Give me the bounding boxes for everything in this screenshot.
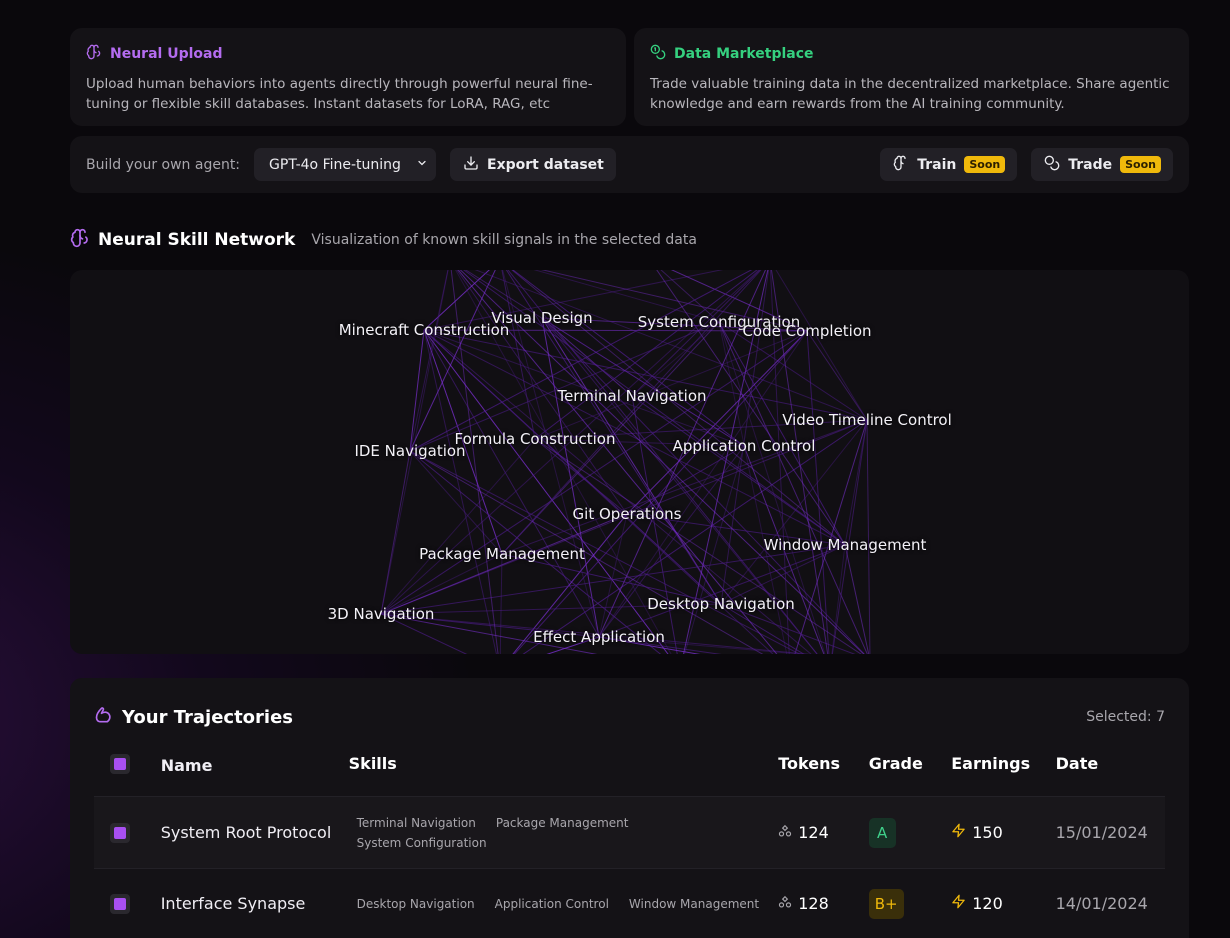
date-value: 14/01/2024 bbox=[1055, 894, 1148, 913]
table-header: Name Skills Tokens Grade Earnings Date bbox=[94, 754, 1165, 796]
skill-list: Terminal Navigation Package Management S… bbox=[349, 816, 779, 850]
skill-tag: System Configuration bbox=[356, 835, 487, 850]
chevron-down-icon bbox=[416, 157, 428, 173]
train-button[interactable]: Train Soon bbox=[880, 148, 1018, 181]
network-subtitle: Visualization of known skill signals in … bbox=[311, 232, 697, 248]
neural-upload-title: Neural Upload bbox=[110, 46, 223, 62]
skill-tag: Package Management bbox=[495, 815, 629, 830]
row-checkbox[interactable] bbox=[110, 893, 130, 914]
network-edge bbox=[806, 330, 868, 421]
token-count: 128 bbox=[798, 894, 829, 913]
trajectories-panel: Your Trajectories Selected: 7 Name Skill… bbox=[70, 678, 1189, 938]
brain-icon bbox=[893, 155, 909, 175]
skill-node[interactable]: IDE Navigation bbox=[354, 442, 465, 460]
arm-icon bbox=[94, 705, 114, 730]
neural-upload-card: Neural Upload Upload human behaviors int… bbox=[70, 28, 626, 126]
lightning-icon bbox=[951, 894, 966, 913]
skill-tag: Application Control bbox=[494, 896, 609, 911]
skill-node[interactable]: Formula Construction bbox=[455, 430, 616, 448]
tokens-icon bbox=[778, 823, 792, 842]
token-count: 124 bbox=[798, 823, 829, 842]
skill-node[interactable]: Effect Application bbox=[533, 628, 665, 646]
column-grade[interactable]: Grade bbox=[869, 754, 952, 773]
train-label: Train bbox=[917, 156, 957, 173]
network-edge bbox=[512, 270, 745, 447]
model-select-value: GPT-4o Fine-tuning bbox=[269, 156, 401, 173]
network-edge bbox=[380, 513, 628, 615]
skill-node[interactable]: 3D Navigation bbox=[328, 605, 435, 623]
trajectory-name: System Root Protocol bbox=[160, 822, 332, 842]
tokens-icon bbox=[778, 894, 792, 913]
network-edge bbox=[409, 329, 425, 452]
network-edges bbox=[380, 270, 871, 654]
skill-node[interactable]: Video Timeline Control bbox=[782, 411, 952, 429]
column-earnings[interactable]: Earnings bbox=[951, 754, 1055, 773]
neural-upload-description: Upload human behaviors into agents direc… bbox=[86, 76, 593, 112]
select-all-checkbox[interactable] bbox=[110, 754, 130, 774]
table-row[interactable]: System Root Protocol Terminal Navigation… bbox=[94, 796, 1165, 868]
skill-network-graph[interactable]: Minecraft Construction Visual Design Syste… bbox=[70, 270, 1189, 654]
data-marketplace-description: Trade valuable training data in the dece… bbox=[650, 76, 1170, 112]
skill-list: Desktop Navigation Application Control W… bbox=[349, 897, 779, 911]
column-date[interactable]: Date bbox=[1056, 754, 1165, 773]
column-tokens[interactable]: Tokens bbox=[778, 754, 868, 773]
table-row[interactable]: Interface Synapse Desktop Navigation App… bbox=[94, 868, 1165, 938]
grade-badge: B+ bbox=[868, 888, 904, 919]
soon-badge: Soon bbox=[1120, 156, 1161, 173]
network-edge bbox=[423, 329, 868, 421]
lightning-icon bbox=[951, 823, 966, 842]
network-edge bbox=[631, 321, 720, 397]
date-value: 15/01/2024 bbox=[1055, 823, 1148, 842]
row-checkbox[interactable] bbox=[110, 822, 130, 843]
network-edge bbox=[409, 450, 503, 555]
skill-node[interactable]: Desktop Navigation bbox=[647, 595, 795, 613]
coins-icon bbox=[650, 44, 666, 64]
agent-toolbar: Build your own agent: GPT-4o Fine-tuning… bbox=[70, 136, 1189, 193]
brain-icon bbox=[86, 44, 102, 64]
network-edge bbox=[806, 330, 830, 654]
trajectory-name: Interface Synapse bbox=[160, 893, 306, 913]
export-dataset-button[interactable]: Export dataset bbox=[450, 148, 616, 181]
export-dataset-label: Export dataset bbox=[487, 156, 604, 173]
model-select[interactable]: GPT-4o Fine-tuning bbox=[254, 148, 437, 181]
column-skills: Skills bbox=[348, 754, 397, 773]
skill-node[interactable]: Minecraft Construction bbox=[339, 321, 510, 339]
skill-node[interactable]: Window Management bbox=[764, 536, 927, 554]
skill-node[interactable]: Code Completion bbox=[742, 322, 871, 340]
soon-badge: Soon bbox=[964, 156, 1006, 173]
grade-badge: A bbox=[868, 817, 896, 848]
download-icon bbox=[463, 155, 479, 175]
network-edge bbox=[844, 419, 868, 546]
brain-icon bbox=[70, 228, 90, 252]
network-edge bbox=[499, 553, 503, 654]
data-marketplace-card: Data Marketplace Trade valuable training… bbox=[634, 28, 1189, 126]
trade-label: Trade bbox=[1068, 156, 1113, 173]
trajectories-title: Your Trajectories bbox=[122, 706, 294, 728]
selected-count: Selected: 7 bbox=[1086, 709, 1165, 725]
skill-node[interactable]: Visual Design bbox=[491, 309, 592, 327]
skill-node[interactable]: Git Operations bbox=[573, 505, 682, 523]
earnings-value: 120 bbox=[972, 894, 1003, 913]
earnings-value: 150 bbox=[972, 823, 1003, 842]
network-header: Neural Skill Network Visualization of kn… bbox=[70, 228, 697, 252]
skill-tag: Terminal Navigation bbox=[356, 815, 476, 830]
network-title: Neural Skill Network bbox=[98, 230, 296, 250]
skill-node[interactable]: Terminal Navigation bbox=[557, 387, 706, 405]
data-marketplace-title: Data Marketplace bbox=[674, 46, 814, 62]
network-edge bbox=[380, 330, 808, 615]
column-name[interactable]: Name bbox=[161, 754, 349, 778]
skill-tag: Window Management bbox=[628, 896, 760, 911]
coins-icon bbox=[1044, 155, 1060, 175]
network-edge bbox=[775, 270, 868, 421]
build-agent-label: Build your own agent: bbox=[86, 156, 241, 173]
skill-node[interactable]: Application Control bbox=[673, 437, 816, 455]
network-edge bbox=[464, 270, 745, 447]
skill-tag: Desktop Navigation bbox=[356, 896, 475, 911]
trade-button[interactable]: Trade Soon bbox=[1031, 148, 1173, 181]
skill-node[interactable]: Package Management bbox=[419, 545, 585, 563]
